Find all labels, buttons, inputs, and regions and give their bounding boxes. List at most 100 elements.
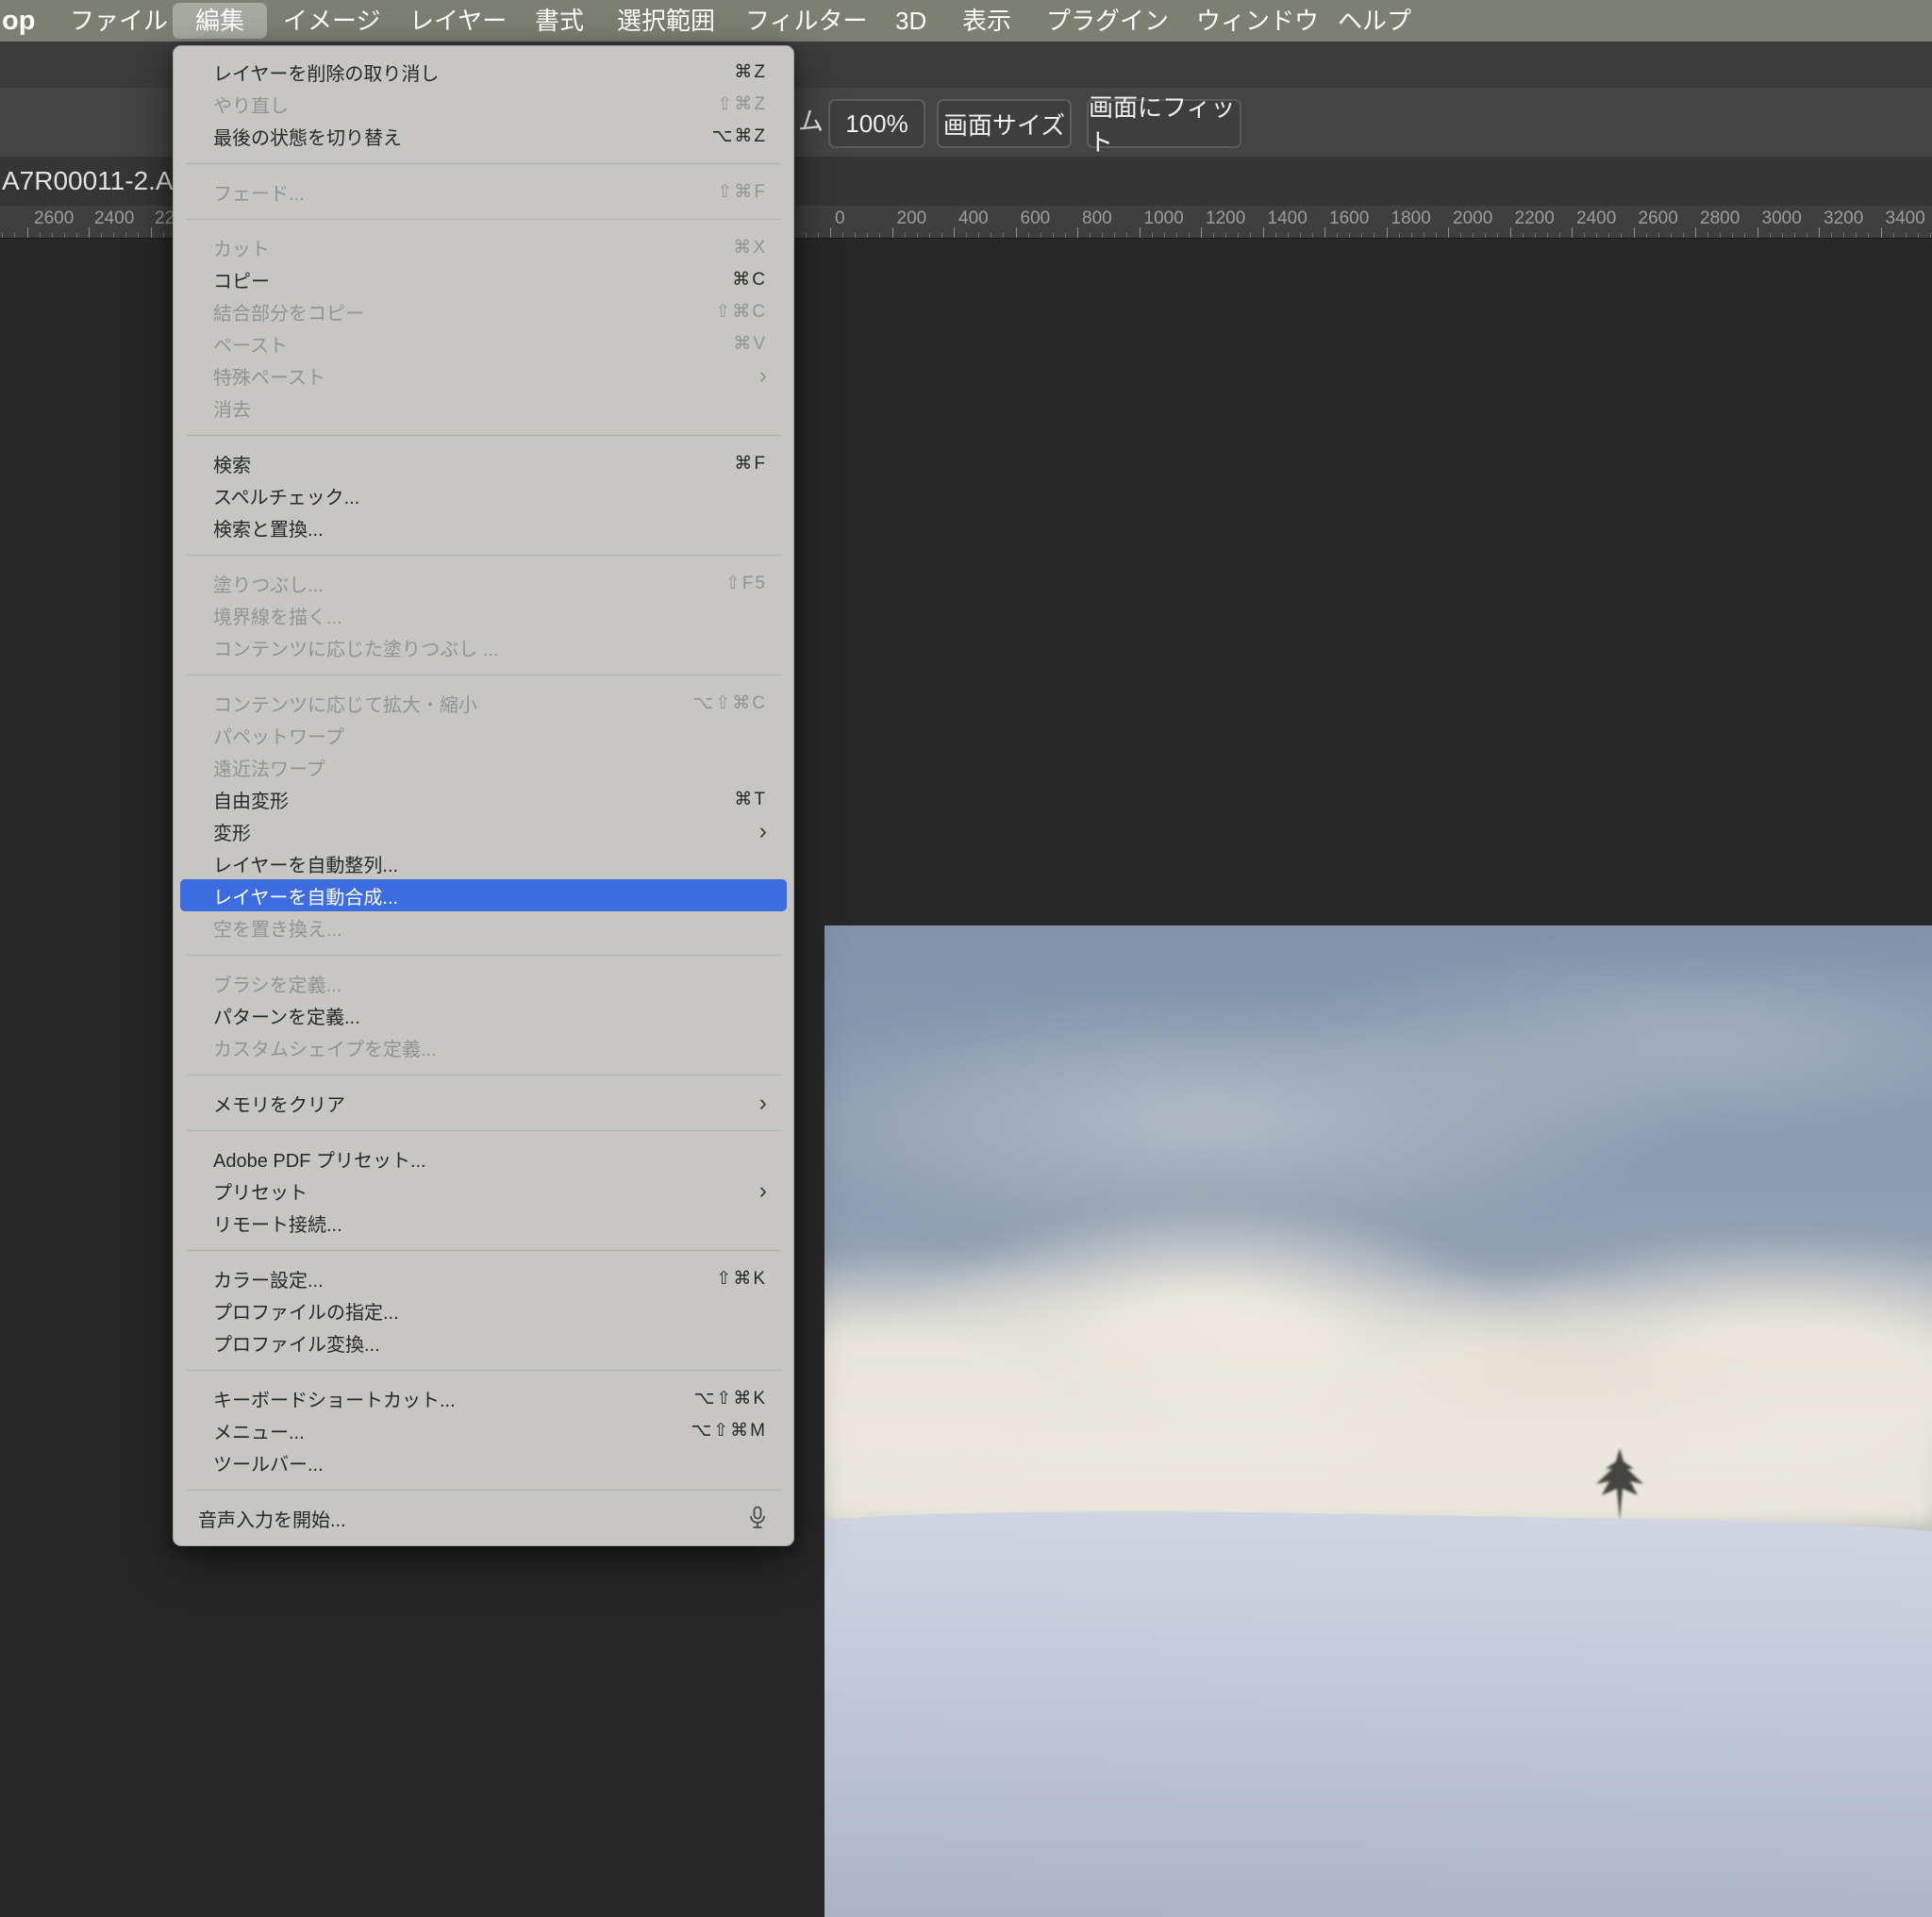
ruler-major-tick [1819, 227, 1820, 238]
ruler-minor-tick [879, 233, 880, 238]
edit-menu-item-3[interactable]: 最後の状態を切り替え⌥⌘Z [174, 120, 793, 152]
ruler-minor-tick [40, 233, 41, 238]
edit-menu-item-42[interactable]: プロファイルの指定... [174, 1294, 793, 1326]
ruler-minor-tick [1584, 233, 1585, 238]
menu-item-label: キーボードショートカット... [213, 1385, 694, 1412]
menu-item-label: コンテンツに応じた塗りつぶし ... [213, 634, 767, 661]
document-tab[interactable]: A7R00011-2.AR [2, 157, 192, 206]
edit-menu-item-1[interactable]: レイヤーを削除の取り消し⌘Z [174, 56, 793, 88]
menubar-item-3[interactable]: イメージ [283, 0, 380, 42]
ruler-minor-tick [64, 233, 65, 238]
ruler-minor-tick [1497, 233, 1498, 238]
menubar-item-12[interactable]: ヘルプ [1338, 0, 1411, 42]
ruler-minor-tick [1843, 233, 1844, 238]
submenu-chevron-icon: › [759, 1092, 767, 1115]
ruler-minor-tick [1337, 233, 1338, 238]
menubar-item-4[interactable]: レイヤー [409, 0, 507, 42]
menu-item-label: プロファイルの指定... [213, 1297, 767, 1325]
ruler-label: 3200 [1824, 208, 1863, 229]
menubar-item-7[interactable]: フィルター [745, 0, 867, 42]
ruler-major-tick [1140, 227, 1141, 238]
menubar-item-10[interactable]: プラグイン [1046, 0, 1169, 42]
submenu-chevron-icon: › [759, 820, 767, 843]
menubar-item-9[interactable]: 表示 [962, 0, 1011, 42]
screen-size-button[interactable]: 画面サイズ [937, 99, 1072, 148]
edit-menu-item-25[interactable]: 自由変形⌘T [174, 783, 793, 815]
edit-menu-item-15[interactable]: スペルチェック... [174, 479, 793, 511]
ruler-label: 1000 [1144, 208, 1184, 229]
ruler-minor-tick [1658, 233, 1659, 238]
edit-menu-item-45[interactable]: キーボードショートカット...⌥⇧⌘K [174, 1382, 793, 1414]
ruler-minor-tick [1361, 233, 1362, 238]
edit-menu-item-47[interactable]: ツールバー... [174, 1446, 793, 1478]
ruler-major-tick [1263, 227, 1264, 238]
edit-menu-item-46[interactable]: メニュー...⌥⇧⌘M [174, 1414, 793, 1446]
edit-menu-item-38[interactable]: プリセット› [174, 1175, 793, 1207]
edit-menu-item-16[interactable]: 検索と置換... [174, 511, 793, 543]
ruler-minor-tick [1003, 233, 1004, 238]
ruler-minor-tick [101, 233, 102, 238]
ruler-minor-tick [1744, 233, 1745, 238]
menubar-item-6[interactable]: 選択範囲 [617, 0, 715, 42]
ruler-minor-tick [1460, 233, 1461, 238]
ruler-label: 2600 [34, 208, 74, 229]
zoom-percent-button[interactable]: 100% [828, 99, 925, 148]
menubar: opファイル編集イメージレイヤー書式選択範囲フィルター3D表示プラグインウィンド… [0, 0, 1932, 42]
edit-menu-item-39[interactable]: リモート接続... [174, 1207, 793, 1239]
menubar-item-5[interactable]: 書式 [535, 0, 584, 42]
menu-separator [187, 219, 780, 220]
menu-separator [187, 1130, 780, 1131]
ruler-major-tick [1324, 227, 1325, 238]
edit-menu-item-26[interactable]: 変形› [174, 815, 793, 847]
menu-item-label: 遠近法ワープ [213, 754, 767, 781]
ruler-label: 2400 [1576, 208, 1616, 229]
edit-menu-item-8[interactable]: コピー⌘C [174, 263, 793, 295]
ruler-major-tick [151, 227, 152, 238]
ruler-minor-tick [1485, 233, 1486, 238]
menu-item-label: パペットワープ [213, 722, 767, 749]
ruler-minor-tick [806, 233, 807, 238]
menu-item-label: コンテンツに応じて拡大・縮小 [213, 690, 692, 717]
ruler-minor-tick [1707, 233, 1708, 238]
menu-item-label: 空を置き換え... [213, 914, 767, 942]
edit-menu-item-49[interactable]: 音声入力を開始... [174, 1502, 793, 1534]
edit-menu-item-37[interactable]: Adobe PDF プリセット... [174, 1142, 793, 1175]
fit-screen-button[interactable]: 画面にフィット [1087, 99, 1241, 148]
edit-menu-item-32[interactable]: パターンを定義... [174, 999, 793, 1031]
ruler-minor-tick [1794, 233, 1795, 238]
edit-menu-item-43[interactable]: プロファイル変換... [174, 1326, 793, 1359]
edit-menu-item-41[interactable]: カラー設定...⇧⌘K [174, 1262, 793, 1294]
menu-separator [187, 1490, 780, 1491]
ruler-label: 1200 [1206, 208, 1245, 229]
ruler-label: 1800 [1391, 208, 1431, 229]
ruler-label: 2000 [1453, 208, 1492, 229]
ruler-major-tick [1016, 227, 1017, 238]
menubar-item-11[interactable]: ウィンドウ [1196, 0, 1319, 42]
menubar-item-8[interactable]: 3D [895, 0, 926, 42]
menu-separator [187, 955, 780, 956]
edit-menu-item-14[interactable]: 検索⌘F [174, 447, 793, 479]
ruler-minor-tick [818, 233, 819, 238]
menubar-item-1[interactable]: ファイル [70, 0, 168, 42]
menu-item-label: フェード... [213, 178, 717, 206]
photo-snow-scene [824, 925, 1932, 1917]
menubar-item-2-active[interactable]: 編集 [173, 3, 267, 39]
menu-item-label: メモリをクリア [213, 1090, 752, 1117]
ruler-minor-tick [1646, 233, 1647, 238]
edit-menu-item-35[interactable]: メモリをクリア › [174, 1087, 793, 1119]
menu-item-shortcut: ⇧⌘Z [717, 93, 767, 115]
menu-item-label: 境界線を描く... [213, 602, 767, 629]
submenu-chevron-icon: › [759, 1179, 767, 1203]
menu-separator [187, 163, 780, 164]
ruler-major-tick [1387, 227, 1388, 238]
edit-menu-item-27[interactable]: レイヤーを自動整列... [174, 847, 793, 879]
ruler-minor-tick [138, 233, 139, 238]
ruler-minor-tick [1164, 233, 1165, 238]
ruler-minor-tick [1126, 233, 1127, 238]
ruler-minor-tick [1312, 233, 1313, 238]
menu-item-label: Adobe PDF プリセット... [213, 1145, 767, 1173]
edit-menu-item-10: ペースト⌘V [174, 327, 793, 359]
menu-separator [187, 555, 780, 556]
ruler-label: 3400 [1886, 208, 1925, 229]
edit-menu-item-28-selected[interactable]: レイヤーを自動合成... [180, 879, 787, 911]
